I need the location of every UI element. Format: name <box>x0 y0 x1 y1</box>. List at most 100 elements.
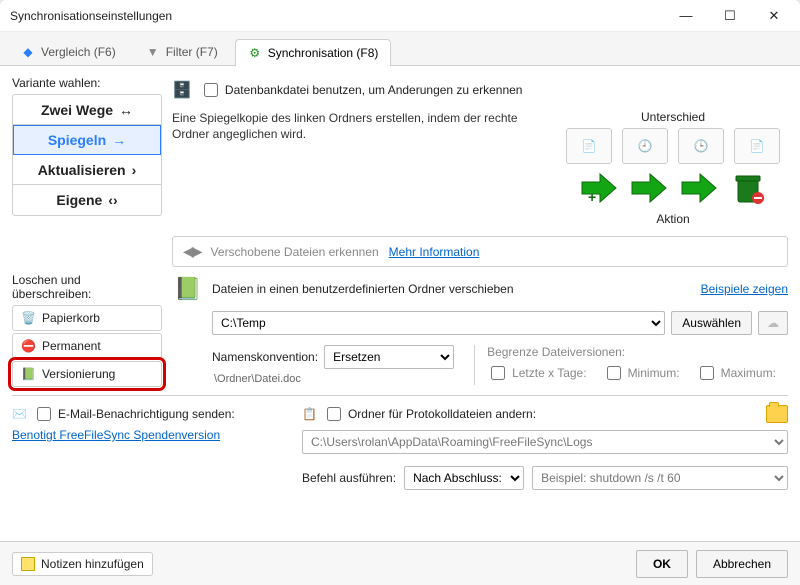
tab-sync[interactable]: ⚙ Synchronisation (F8) <box>235 39 392 66</box>
delete-recycle-label: Papierkorb <box>42 311 100 325</box>
tab-bar: ◆ Vergleich (F6) ▼ Filter (F7) ⚙ Synchro… <box>0 32 800 66</box>
database-icon: 🗄️ <box>172 80 192 100</box>
proto-path-input[interactable]: C:\Users\rolan\AppData\Roaming\FreeFileS… <box>302 430 788 454</box>
limits-block: Begrenze Dateiversionen: Letzte x Tage: … <box>474 345 788 385</box>
donation-link[interactable]: Benotigt FreeFileSync Spendenversion <box>12 428 220 442</box>
naming-hint: \Ordner\Datei.doc <box>214 373 454 385</box>
limit-max-checkbox[interactable] <box>700 366 714 380</box>
email-checkbox-label: E-Mail-Benachrichtigung senden: <box>58 407 235 421</box>
minimize-button[interactable]: — <box>664 2 708 30</box>
moved-files-bar: ◀▶ Verschobene Dateien erkennen Mehr Inf… <box>172 236 788 267</box>
notes-button[interactable]: Notizen hinzufügen <box>12 552 153 576</box>
naming-select[interactable]: Ersetzen <box>324 345 454 369</box>
variant-mirror[interactable]: Spiegeln → <box>13 125 161 155</box>
open-log-folder-button[interactable] <box>766 405 788 423</box>
email-left: ✉️ E-Mail-Benachrichtigung senden: Benot… <box>12 404 292 490</box>
limit-max[interactable]: Maximum: <box>696 363 776 383</box>
limit-min-checkbox[interactable] <box>607 366 621 380</box>
update-icon: › <box>132 162 137 178</box>
versioning-desc: Dateien in einen benutzerdefinierten Ord… <box>212 282 514 296</box>
tab-sync-label: Synchronisation (F8) <box>268 46 379 60</box>
upper-right: 🗄️ Datenbankdatei benutzen, um Anderunge… <box>172 76 788 267</box>
cloud-button[interactable]: ☁ <box>758 311 788 335</box>
command-when-select[interactable]: Nach Abschluss: <box>404 466 524 490</box>
proto-checkbox-input[interactable] <box>327 407 341 421</box>
variant-two-way-label: Zwei Wege <box>41 102 113 118</box>
variant-custom[interactable]: Eigene ‹› <box>13 185 161 215</box>
database-checkbox-input[interactable] <box>204 83 218 97</box>
maximize-button[interactable]: ☐ <box>708 2 752 30</box>
limits-title: Begrenze Dateiversionen: <box>487 345 788 359</box>
delete-versioning[interactable]: 📗 Versionierung <box>12 361 162 387</box>
actions-block: Unterschied 📄 🕘 🕒 📄 + <box>558 110 788 226</box>
diff-new-right-icon[interactable]: 📄 <box>734 128 780 164</box>
main-panel: Variante wahlen: Zwei Wege ↔ Spiegeln → … <box>0 66 800 585</box>
action-delete-icon[interactable] <box>728 168 768 208</box>
delete-permanent[interactable]: ⛔ Permanent <box>12 333 162 359</box>
proto-right: 📋 Ordner für Protokolldateien andern: C:… <box>302 404 788 490</box>
versioning-path-input[interactable]: C:\Temp <box>212 311 665 335</box>
close-button[interactable]: ✕ <box>752 2 796 30</box>
upper-section: Variante wahlen: Zwei Wege ↔ Spiegeln → … <box>0 66 800 267</box>
ok-button[interactable]: OK <box>636 550 688 578</box>
limit-min[interactable]: Minimum: <box>603 363 680 383</box>
delete-recycle[interactable]: 🗑️ Papierkorb <box>12 305 162 331</box>
titlebar: Synchronisationseinstellungen — ☐ ✕ <box>0 0 800 32</box>
variant-update[interactable]: Aktualisieren › <box>13 155 161 185</box>
sync-settings-window: Synchronisationseinstellungen — ☐ ✕ ◆ Ve… <box>0 0 800 585</box>
desc-actions: Eine Spiegelkopie des linken Ordners ers… <box>172 110 788 226</box>
action-update-left-icon[interactable] <box>628 168 668 208</box>
diff-newer-right-icon[interactable]: 🕒 <box>678 128 724 164</box>
delete-list: 🗑️ Papierkorb ⛔ Permanent 📗 Versionierun… <box>12 305 162 387</box>
database-checkbox[interactable]: Datenbankdatei benutzen, um Anderungen z… <box>200 80 523 100</box>
database-checkbox-label: Datenbankdatei benutzen, um Anderungen z… <box>225 83 523 97</box>
naming-row: Namenskonvention: Ersetzen \Ordner\Datei… <box>212 345 788 385</box>
command-label: Befehl ausführen: <box>302 471 396 485</box>
footer-right: OK Abbrechen <box>636 550 788 578</box>
tab-filter[interactable]: ▼ Filter (F7) <box>133 38 231 65</box>
unterschied-label: Unterschied <box>641 110 705 124</box>
log-icon: 📋 <box>302 407 317 421</box>
aktion-label: Aktion <box>656 212 689 226</box>
examples-link[interactable]: Beispiele zeigen <box>701 282 788 296</box>
gear-icon: ⚙ <box>248 46 262 60</box>
proto-checkbox-label: Ordner für Protokolldateien andern: <box>348 407 536 421</box>
proto-head: 📋 Ordner für Protokolldateien andern: <box>302 404 788 424</box>
recycle-icon: 🗑️ <box>21 311 36 325</box>
delete-left: Loschen und überschreiben: 🗑️ Papierkorb… <box>12 273 162 387</box>
email-checkbox-input[interactable] <box>37 407 51 421</box>
cancel-button[interactable]: Abbrechen <box>696 550 788 578</box>
notes-label: Notizen hinzufügen <box>41 557 144 571</box>
limit-days-checkbox[interactable] <box>491 366 505 380</box>
moved-info-link[interactable]: Mehr Information <box>389 245 480 259</box>
mirror-icon: → <box>112 132 126 148</box>
versioning-desc-row: Dateien in einen benutzerdefinierten Ord… <box>212 282 788 296</box>
command-example-select[interactable]: Beispiel: shutdown /s /t 60 <box>532 466 788 490</box>
variant-mirror-label: Spiegeln <box>48 132 106 148</box>
variant-label: Variante wahlen: <box>12 76 162 90</box>
versioning-path-row: C:\Temp Auswählen ☁ <box>212 311 788 335</box>
action-update-right-icon[interactable] <box>678 168 718 208</box>
moved-text: Verschobene Dateien erkennen <box>211 245 379 259</box>
two-way-icon: ↔ <box>119 102 133 118</box>
email-proto-section: ✉️ E-Mail-Benachrichtigung senden: Benot… <box>12 395 788 490</box>
browse-button[interactable]: Auswählen <box>671 311 752 335</box>
footer: Notizen hinzufügen OK Abbrechen <box>0 541 800 585</box>
delete-section: Loschen und überschreiben: 🗑️ Papierkorb… <box>0 267 800 387</box>
proto-checkbox[interactable]: Ordner für Protokolldateien andern: <box>323 404 536 424</box>
naming-left: Namenskonvention: Ersetzen \Ordner\Datei… <box>212 345 454 385</box>
compare-icon: ◆ <box>21 45 35 59</box>
delete-label: Loschen und überschreiben: <box>12 273 162 301</box>
email-checkbox[interactable]: E-Mail-Benachrichtigung senden: <box>33 404 235 424</box>
mail-icon: ✉️ <box>12 407 27 421</box>
window-buttons: — ☐ ✕ <box>664 2 796 30</box>
limit-days[interactable]: Letzte x Tage: <box>487 363 587 383</box>
database-row: 🗄️ Datenbankdatei benutzen, um Anderunge… <box>172 80 788 100</box>
command-row: Befehl ausführen: Nach Abschluss: Beispi… <box>302 466 788 490</box>
note-icon <box>21 557 35 571</box>
diff-new-left-icon[interactable]: 📄 <box>566 128 612 164</box>
tab-compare[interactable]: ◆ Vergleich (F6) <box>8 38 129 65</box>
action-create-icon[interactable]: + <box>578 168 618 208</box>
variant-two-way[interactable]: Zwei Wege ↔ <box>13 95 161 125</box>
diff-newer-left-icon[interactable]: 🕘 <box>622 128 668 164</box>
